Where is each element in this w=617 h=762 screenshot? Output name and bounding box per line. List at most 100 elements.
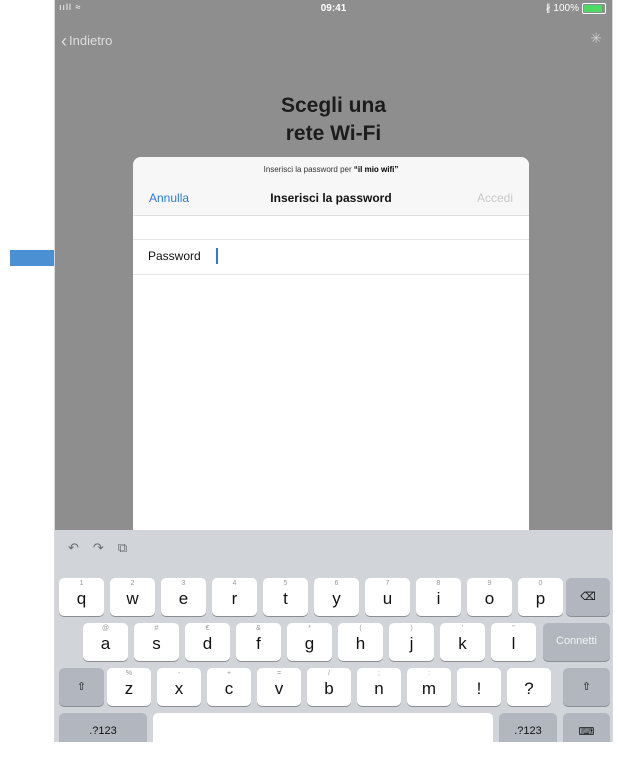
key-i[interactable]: 8i [416, 578, 461, 616]
keyboard-dismiss-key[interactable]: ⌨ [563, 713, 610, 742]
key-letter: y [332, 589, 341, 608]
key-q[interactable]: 1q [59, 578, 104, 616]
login-button[interactable]: Accedi [477, 191, 513, 205]
key-z[interactable]: % z [107, 668, 151, 706]
key-a[interactable]: @ a [83, 623, 128, 661]
key-w[interactable]: 2w [110, 578, 155, 616]
password-label: Password [148, 249, 201, 263]
key-hint: ' [461, 625, 464, 632]
redo-icon[interactable]: ↷ [93, 540, 104, 556]
battery-icon [582, 3, 606, 14]
key-hint: 2 [130, 580, 135, 587]
numbers-right-key[interactable]: .?123 [499, 713, 557, 742]
shift-right-label: ⇧ [581, 681, 592, 693]
key-letter: t [283, 589, 288, 608]
key-letter: r [231, 589, 238, 608]
key-hint: @ [101, 625, 110, 632]
keyboard: ↶ ↷ ⧉ 1 q 2 w 3 e 4 r 5 t 6 y 7 u 8 i 9 o 0 p ⌫ @ a # s € d & f * g(h)… [55, 530, 612, 742]
paste-icon[interactable]: ⧉ [118, 540, 127, 556]
key-hint: & [256, 625, 261, 632]
battery-percent: ∦ 100% [545, 3, 579, 14]
key-hint: 5 [283, 580, 288, 587]
delete-key[interactable]: ⌫ [566, 578, 610, 616]
key-r[interactable]: 4r [212, 578, 257, 616]
key-letter: i [436, 589, 441, 608]
key-v[interactable]: = v [257, 668, 301, 706]
key-d[interactable]: € d [185, 623, 230, 661]
chevron-left-icon: ‹ [61, 30, 67, 51]
key-j[interactable]: ) j [389, 623, 434, 661]
key-hint: 8 [436, 580, 441, 587]
key-hint: 6 [334, 580, 339, 587]
back-button[interactable]: ‹ Indietro [61, 30, 113, 51]
key-h[interactable]: (h [338, 623, 383, 661]
key-hint: 3 [181, 580, 186, 587]
key-hint: * [308, 625, 311, 632]
key-n[interactable]: ; n [357, 668, 401, 706]
key-hint: % [125, 670, 133, 677]
numbers-left-label: .?123 [89, 725, 117, 737]
key-hint: 1 [79, 580, 84, 587]
key-letter: v [274, 679, 284, 698]
space-key[interactable] [153, 713, 493, 742]
key-l[interactable]: " l [491, 623, 536, 661]
shift-left-key[interactable]: ⇧ [59, 668, 104, 706]
activity-spinner-icon: ✳ [590, 30, 602, 46]
key-u[interactable]: 7u [365, 578, 410, 616]
numbers-left-key[interactable]: .?123 [59, 713, 147, 742]
key-letter: a [100, 634, 111, 653]
numbers-right-label: .?123 [514, 725, 542, 737]
key-letter: p [535, 589, 546, 608]
key-t[interactable]: 5t [263, 578, 308, 616]
key-y[interactable]: 6y [314, 578, 359, 616]
key-hint: / [328, 670, 330, 677]
key-letter: n [374, 679, 384, 698]
key-letter: m [421, 679, 437, 698]
password-sheet: Inserisci la password per “il mio wifi” … [133, 157, 529, 537]
connect-key[interactable]: Connetti [543, 623, 610, 661]
key-letter: c [224, 679, 234, 698]
key-letter: j [409, 634, 414, 653]
undo-icon[interactable]: ↶ [68, 540, 79, 556]
ipad-screen: ııll ≈ 09:41 ∦ 100% ‹ Indietro ✳ Scegli … [54, 0, 613, 742]
key-letter: f [256, 634, 261, 653]
key-letter: s [152, 634, 161, 653]
key-hint: ) [410, 625, 413, 632]
key-letter: g [304, 634, 315, 653]
key-letter: q [76, 589, 87, 608]
key-letter: z [124, 679, 134, 698]
password-prompt: Inserisci la password per “il mio wifi” [133, 165, 529, 174]
key-letter: ! [476, 679, 482, 698]
key-letter: x [174, 679, 184, 698]
title-line-1: Scegli una [280, 94, 387, 117]
key-letter: b [324, 679, 334, 698]
key-f[interactable]: & f [236, 623, 281, 661]
shift-right-key[interactable]: ⇧ [563, 668, 610, 706]
key-s[interactable]: # s [134, 623, 179, 661]
key-b[interactable]: / b [307, 668, 351, 706]
key-p[interactable]: 0p [518, 578, 563, 616]
key-hint: 0 [538, 580, 543, 587]
key-letter: u [382, 589, 393, 608]
delete-label: ⌫ [580, 591, 596, 603]
key-x[interactable]: -x [157, 668, 201, 706]
key-exclamation[interactable]: ! [457, 668, 501, 706]
key-question[interactable]: ? [507, 668, 551, 706]
title-line-2: rete Wi-Fi [285, 122, 382, 145]
key-g[interactable]: * g [287, 623, 332, 661]
network-name: “il mio wifi” [353, 165, 399, 174]
key-hint: 4 [232, 580, 237, 587]
key-hint: ; [378, 670, 380, 677]
key-c[interactable]: + c [207, 668, 251, 706]
key-m[interactable]: :m [407, 668, 451, 706]
key-hint: 9 [487, 580, 492, 587]
key-letter: ? [524, 679, 534, 698]
back-label: Indietro [69, 33, 113, 48]
key-e[interactable]: 3e [161, 578, 206, 616]
password-field[interactable]: Password [133, 239, 529, 275]
key-hint: - [177, 670, 181, 677]
key-o[interactable]: 9o [467, 578, 512, 616]
key-hint: ( [359, 625, 362, 632]
key-hint: # [154, 625, 159, 632]
key-k[interactable]: ' k [440, 623, 485, 661]
